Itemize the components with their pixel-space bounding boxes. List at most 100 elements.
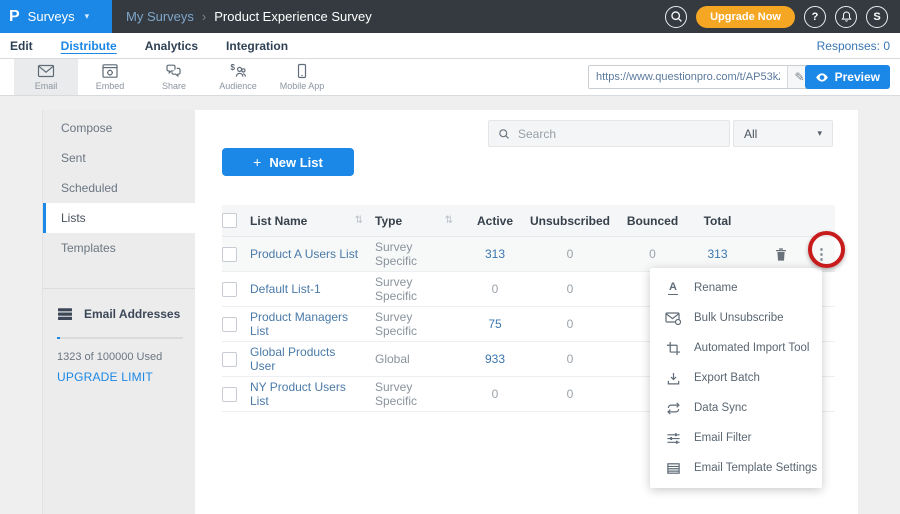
unsubscribed-count: 0: [525, 352, 615, 366]
tab-distribute[interactable]: Distribute: [61, 39, 117, 53]
notifications-button[interactable]: [835, 6, 857, 28]
list-type: Survey Specific: [375, 275, 453, 303]
list-type: Survey Specific: [375, 380, 453, 408]
menu-item-data-sync[interactable]: Data Sync: [650, 393, 822, 423]
toolbar-item-mobile-app[interactable]: Mobile App: [270, 59, 334, 95]
search-button[interactable]: [665, 6, 687, 28]
avatar[interactable]: S: [866, 6, 888, 28]
breadcrumb-parent[interactable]: My Surveys: [126, 9, 194, 24]
column-header-total: Total: [690, 214, 745, 228]
preview-label: Preview: [835, 70, 880, 84]
row-context-menu: A Rename Bulk Unsubscribe Automated Impo…: [650, 268, 822, 488]
row-checkbox[interactable]: [222, 387, 237, 402]
active-count: 75: [465, 317, 525, 331]
toolbar-item-share[interactable]: Share: [142, 59, 206, 95]
toolbar-item-audience[interactable]: $ Audience: [206, 59, 270, 95]
mobile-app-icon: [293, 63, 311, 79]
row-checkbox[interactable]: [222, 282, 237, 297]
list-type: Survey Specific: [375, 240, 453, 268]
trash-icon: [774, 247, 788, 262]
row-checkbox[interactable]: [222, 352, 237, 367]
menu-item-label: Bulk Unsubscribe: [694, 312, 783, 324]
menu-item-label: Email Template Settings: [694, 462, 817, 474]
tab-integration[interactable]: Integration: [226, 39, 288, 53]
list-name-link[interactable]: Global Products User: [250, 345, 363, 373]
automated-import-icon: [666, 341, 681, 356]
questionpro-logo-icon: P: [9, 9, 20, 25]
unsubscribed-count: 0: [525, 387, 615, 401]
sidebar-item-templates[interactable]: Templates: [43, 233, 195, 263]
sort-icon[interactable]: ⇅: [445, 215, 453, 226]
tab-edit[interactable]: Edit: [10, 39, 33, 53]
column-header-bounced: Bounced: [615, 214, 690, 228]
list-type: Survey Specific: [375, 310, 453, 338]
delete-list-button[interactable]: [774, 247, 788, 262]
breadcrumb-separator-icon: ›: [202, 9, 206, 24]
responses-count[interactable]: Responses: 0: [817, 39, 890, 53]
list-name-link[interactable]: NY Product Users List: [250, 380, 363, 408]
product-switcher[interactable]: P Surveys ▾: [0, 0, 112, 33]
sidebar-item-sent[interactable]: Sent: [43, 143, 195, 173]
list-name-link[interactable]: Product Managers List: [250, 310, 363, 338]
embed-icon: [101, 63, 119, 79]
email-usage-progressbar: [57, 337, 183, 339]
email-addresses-icon: [57, 306, 73, 322]
menu-item-automated-import-tool[interactable]: Automated Import Tool: [650, 333, 822, 363]
sidebar-item-scheduled[interactable]: Scheduled: [43, 173, 195, 203]
email-sidebar: Compose Sent Scheduled Lists Templates E…: [42, 110, 195, 514]
topbar-actions: Upgrade Now ? S: [665, 6, 900, 28]
menu-item-label: Email Filter: [694, 432, 752, 444]
top-bar: P Surveys ▾ My Surveys › Product Experie…: [0, 0, 900, 33]
row-checkbox[interactable]: [222, 317, 237, 332]
list-name-link[interactable]: Default List-1: [250, 282, 321, 296]
upgrade-now-button[interactable]: Upgrade Now: [696, 6, 795, 28]
toolbar-item-email[interactable]: Email: [14, 59, 78, 95]
preview-button[interactable]: Preview: [805, 65, 890, 89]
menu-item-rename[interactable]: A Rename: [650, 273, 822, 303]
app-window: P Surveys ▾ My Surveys › Product Experie…: [0, 0, 900, 514]
row-checkbox[interactable]: [222, 247, 237, 262]
active-count: 313: [465, 247, 525, 261]
menu-item-bulk-unsubscribe[interactable]: Bulk Unsubscribe: [650, 303, 822, 333]
survey-tab-bar: Edit Distribute Analytics Integration Re…: [0, 33, 900, 59]
column-header-active: Active: [465, 214, 525, 228]
bounced-count: 0: [615, 247, 690, 261]
pencil-icon: ✎: [794, 70, 804, 84]
active-count: 0: [465, 387, 525, 401]
svg-text:$: $: [231, 63, 236, 72]
toolbar-item-label: Share: [162, 81, 186, 91]
sort-icon[interactable]: ⇅: [355, 215, 363, 226]
tab-analytics[interactable]: Analytics: [145, 39, 198, 53]
search-icon: [670, 10, 683, 23]
chevron-down-icon: ▾: [817, 128, 822, 139]
rename-icon: A: [668, 282, 678, 295]
menu-item-email-filter[interactable]: Email Filter: [650, 423, 822, 453]
sidebar-item-lists[interactable]: Lists: [43, 203, 195, 233]
new-list-button[interactable]: + New List: [222, 148, 354, 176]
sidebar-item-compose[interactable]: Compose: [43, 113, 195, 143]
survey-url-input[interactable]: [589, 71, 787, 83]
unsubscribed-count: 0: [525, 247, 615, 261]
email-template-settings-icon: [666, 461, 681, 476]
total-count: 313: [690, 247, 745, 261]
toolbar-item-embed[interactable]: Embed: [78, 59, 142, 95]
toolbar-item-label: Audience: [219, 81, 257, 91]
survey-url-field: ✎: [588, 65, 812, 89]
export-batch-icon: [666, 371, 681, 386]
menu-item-label: Automated Import Tool: [694, 342, 810, 354]
help-button[interactable]: ?: [804, 6, 826, 28]
list-name-link[interactable]: Product A Users List: [250, 247, 358, 261]
bell-icon: [840, 10, 853, 23]
list-type: Global: [375, 352, 410, 366]
menu-item-export-batch[interactable]: Export Batch: [650, 363, 822, 393]
table-row: Product A Users List Survey Specific 313…: [222, 237, 835, 272]
search-input[interactable]: [518, 127, 720, 141]
toolbar-item-label: Mobile App: [280, 81, 325, 91]
select-all-checkbox[interactable]: [222, 213, 237, 228]
upgrade-limit-link[interactable]: UPGRADE LIMIT: [57, 370, 181, 384]
email-icon: [37, 63, 55, 79]
menu-item-email-template-settings[interactable]: Email Template Settings: [650, 453, 822, 483]
list-filter-dropdown[interactable]: All ▾: [733, 120, 833, 147]
unsubscribed-count: 0: [525, 317, 615, 331]
filter-selected-value: All: [744, 127, 757, 141]
